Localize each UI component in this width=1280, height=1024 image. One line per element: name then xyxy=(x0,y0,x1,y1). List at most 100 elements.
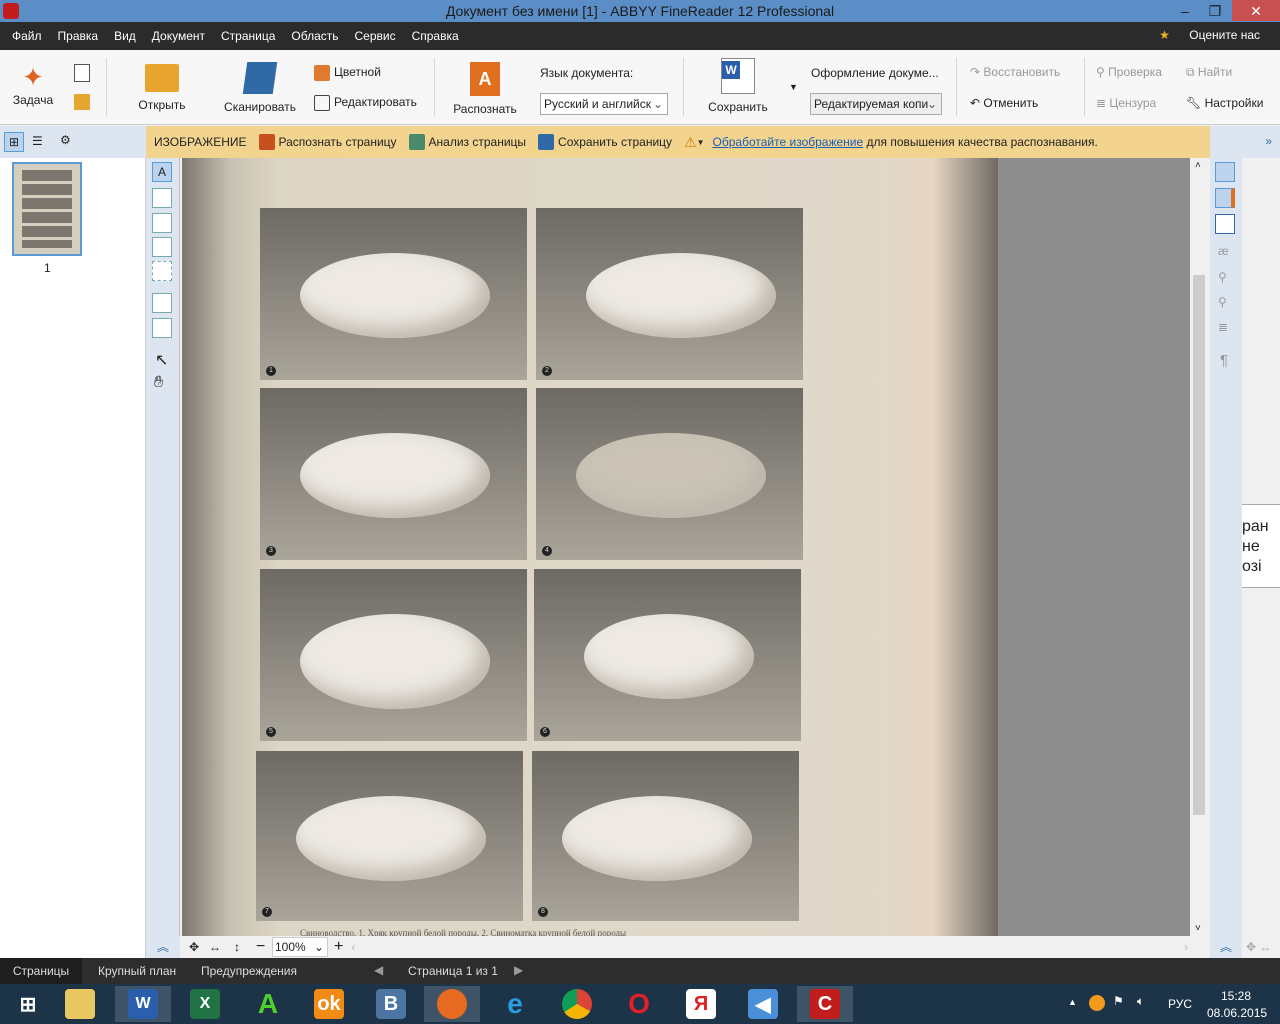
new-document-icon[interactable] xyxy=(74,64,90,82)
scroll-down-icon[interactable]: ˅ xyxy=(1195,923,1201,934)
start-button[interactable]: ⊞ xyxy=(0,986,56,1022)
pages-panel-collapse[interactable]: ︽ xyxy=(146,936,180,958)
details-view-icon[interactable]: ☰ xyxy=(32,134,43,148)
edit-image-button[interactable]: Редактировать xyxy=(314,95,417,111)
previous-page-button[interactable]: ◀ xyxy=(374,963,383,977)
vkontakte-icon[interactable]: B xyxy=(363,986,419,1022)
input-language[interactable]: РУС xyxy=(1168,997,1192,1011)
recognition-area-tool-icon[interactable] xyxy=(152,261,172,281)
menu-view[interactable]: Вид xyxy=(106,29,144,43)
open-folder-small-icon[interactable] xyxy=(74,94,90,110)
text-area-tool-icon[interactable]: A xyxy=(152,162,172,182)
app-icon[interactable] xyxy=(3,3,19,19)
action-center-flag-icon[interactable]: ⚑ xyxy=(1113,994,1124,1008)
word-icon[interactable]: W xyxy=(115,986,171,1022)
text-fit-page-icon[interactable]: ✥ ↔ xyxy=(1242,936,1280,958)
page-properties-icon[interactable]: ⚙ xyxy=(60,133,71,147)
scroll-right-icon[interactable]: › xyxy=(1184,940,1188,954)
table-area-tool-icon[interactable] xyxy=(152,237,172,257)
show-hidden-icons[interactable]: ▲ xyxy=(1068,997,1077,1007)
recognize-page-button[interactable]: Распознать страницу xyxy=(258,134,397,150)
abbyy-lingvo-icon[interactable]: A xyxy=(240,986,296,1022)
doc-format-select[interactable]: Редактируемая копи ⌄ xyxy=(810,93,942,115)
process-image-link[interactable]: Обработайте изображение xyxy=(713,135,864,149)
opera-icon[interactable]: O xyxy=(611,986,667,1022)
expand-panel-button[interactable]: » xyxy=(1210,126,1280,158)
order-areas-tool-icon[interactable] xyxy=(152,318,172,338)
menu-tools[interactable]: Сервис xyxy=(347,29,404,43)
minimize-button[interactable]: – xyxy=(1170,0,1200,22)
clock-time[interactable]: 15:28 xyxy=(1221,989,1251,1003)
analyze-page-button[interactable]: Анализ страницы xyxy=(408,134,526,150)
redo-button[interactable]: ↷ Восстановить xyxy=(970,65,1060,79)
color-button[interactable]: Цветной xyxy=(314,65,381,81)
menu-file[interactable]: Файл xyxy=(4,29,50,43)
tab-zoom-view[interactable]: Крупный план xyxy=(98,964,176,978)
fit-height-icon[interactable]: ↕ xyxy=(226,940,248,954)
thumbnails-view-icon[interactable]: ⊞ xyxy=(4,132,24,152)
odnoklassniki-icon[interactable]: ok xyxy=(301,986,357,1022)
undo-button[interactable]: ↶ Отменить xyxy=(970,96,1038,110)
menu-area[interactable]: Область xyxy=(283,29,346,43)
ligature-icon[interactable]: æ xyxy=(1218,244,1229,258)
tray-app-icon[interactable] xyxy=(1089,995,1105,1011)
warning-dropdown[interactable]: ⚠ ▼ xyxy=(684,134,704,151)
yandex-browser-icon[interactable]: Я xyxy=(673,986,729,1022)
text-panel-collapse[interactable]: ︽ xyxy=(1210,936,1242,958)
save-page-button[interactable]: Сохранить страницу xyxy=(538,134,672,150)
scroll-left-icon[interactable]: ‹ xyxy=(351,940,355,954)
firefox-icon[interactable] xyxy=(424,986,480,1022)
picture-area-tool-icon[interactable] xyxy=(152,188,172,208)
fit-page-icon[interactable]: ✥ xyxy=(184,940,204,954)
pointer-tool-icon[interactable]: ↖ xyxy=(155,350,168,370)
close-button[interactable]: ✕ xyxy=(1232,0,1280,21)
find-button[interactable]: ⧉ Найти xyxy=(1186,65,1232,80)
zoom-out-button[interactable]: − xyxy=(256,938,272,956)
rate-us-button[interactable]: ★ Оцените нас xyxy=(1143,28,1276,42)
volume-icon[interactable]: 🔈︎ xyxy=(1137,994,1144,1009)
page-thumbnail[interactable] xyxy=(12,162,82,256)
background-picture-tool-icon[interactable] xyxy=(152,213,172,233)
scan-button[interactable]: Сканировать xyxy=(222,62,298,114)
image-pane-icon[interactable] xyxy=(1215,162,1235,182)
restore-button[interactable]: ❐ xyxy=(1200,0,1230,22)
scrollbar-thumb[interactable] xyxy=(1193,275,1205,815)
menu-help[interactable]: Справка xyxy=(404,29,467,43)
censor-button[interactable]: ≣ Цензура xyxy=(1096,96,1156,110)
tab-pages[interactable]: Страницы xyxy=(0,958,82,984)
fit-width-icon[interactable]: ↔ xyxy=(204,940,226,954)
open-button[interactable]: Открыть xyxy=(136,64,188,112)
verify-text-icon[interactable]: ≣ xyxy=(1218,320,1228,334)
verify-button[interactable]: ⚲ Проверка xyxy=(1096,65,1162,79)
save-button[interactable]: W Сохранить xyxy=(706,58,770,114)
menu-document[interactable]: Документ xyxy=(144,29,213,43)
page-image[interactable]: 1 2 3 4 5 6 7 8 Свиноводство. 1. Хряк кр… xyxy=(182,158,998,936)
hand-tool-icon[interactable]: ✋︎ xyxy=(154,374,163,392)
clock-date[interactable]: 08.06.2015 xyxy=(1207,1006,1267,1020)
next-page-button[interactable]: ▶ xyxy=(514,963,523,977)
task-button[interactable]: ✦ Задача xyxy=(12,62,54,107)
text-pane-icon[interactable] xyxy=(1215,188,1235,208)
zoom-text-icon[interactable]: ⚲ xyxy=(1218,270,1227,284)
spellcheck-icon[interactable]: ⚲ xyxy=(1218,295,1227,309)
text-fragment-box[interactable]: ран не озі xyxy=(1242,504,1280,588)
tab-warnings[interactable]: Предупреждения xyxy=(201,964,297,978)
finereader-taskbar-icon[interactable]: C xyxy=(797,986,853,1022)
chrome-icon[interactable] xyxy=(549,986,605,1022)
audio-app-icon[interactable]: ◀ xyxy=(735,986,791,1022)
zoom-in-button[interactable]: + xyxy=(334,938,343,956)
delete-area-tool-icon[interactable] xyxy=(152,293,172,313)
zoom-select[interactable]: 100% ⌄ xyxy=(272,937,328,957)
pilcrow-icon[interactable]: ¶ xyxy=(1220,352,1228,369)
recognize-button[interactable]: A Распознать xyxy=(452,62,518,116)
settings-button[interactable]: 🔧︎ Настройки xyxy=(1186,96,1263,110)
internet-explorer-icon[interactable]: e xyxy=(487,986,543,1022)
scroll-up-icon[interactable]: ˄ xyxy=(1195,160,1201,171)
save-dropdown-arrow[interactable]: ▼ xyxy=(789,82,798,92)
menu-edit[interactable]: Правка xyxy=(50,29,107,43)
menu-page[interactable]: Страница xyxy=(213,29,283,43)
excel-icon[interactable]: X xyxy=(177,986,233,1022)
line-break-icon[interactable] xyxy=(1215,214,1235,234)
file-explorer-icon[interactable] xyxy=(52,986,108,1022)
doc-language-select[interactable]: Русский и английск ⌄ xyxy=(540,93,668,115)
